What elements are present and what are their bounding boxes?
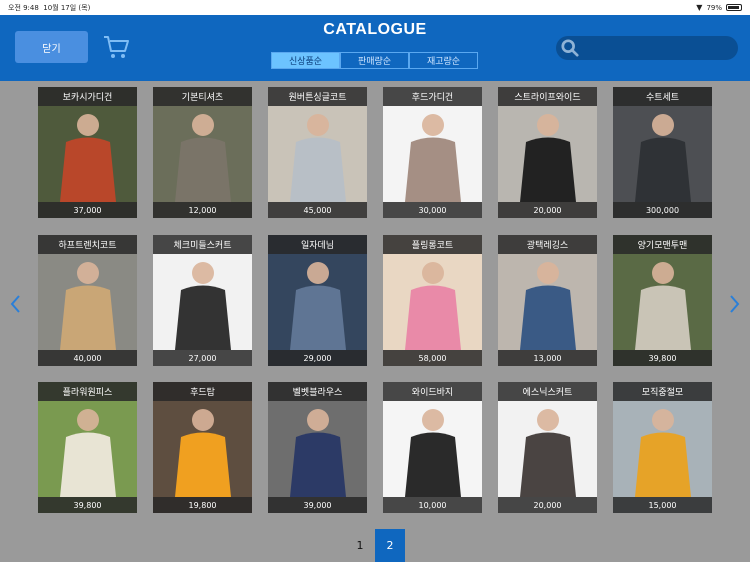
product-name: 원버튼싱글코트 xyxy=(268,87,367,106)
product-name: 하프트렌치코트 xyxy=(38,235,137,254)
product-name: 후드탑 xyxy=(153,382,252,401)
product-name: 모직중절모 xyxy=(613,382,712,401)
product-card[interactable]: 플라워원피스 39,800 xyxy=(38,382,137,513)
page-1[interactable]: 1 xyxy=(345,529,375,562)
product-image xyxy=(498,87,597,218)
product-card[interactable]: 후드탑 19,800 xyxy=(153,382,252,513)
header-bar: CATALOGUE 닫기 신상품순 판매량순 재고량순 xyxy=(0,15,750,81)
product-card[interactable]: 양기모맨투맨 39,800 xyxy=(613,235,712,366)
product-card[interactable]: 수트세트 300,000 xyxy=(613,87,712,218)
product-price: 58,000 xyxy=(383,350,482,366)
status-time: 오전 9:48 xyxy=(8,3,39,12)
product-image xyxy=(38,382,137,513)
search-box[interactable] xyxy=(556,36,738,60)
product-card[interactable]: 후드가디건 30,000 xyxy=(383,87,482,218)
product-price: 39,800 xyxy=(38,497,137,513)
product-price: 40,000 xyxy=(38,350,137,366)
product-name: 스트라이프와이드 xyxy=(498,87,597,106)
search-input[interactable] xyxy=(583,43,733,53)
product-name: 광택레깅스 xyxy=(498,235,597,254)
product-card[interactable]: 스트라이프와이드 20,000 xyxy=(498,87,597,218)
status-bar: 오전 9:48 10월 17일 (목) ▼ 79% xyxy=(0,0,750,15)
product-price: 29,000 xyxy=(268,350,367,366)
product-price: 37,000 xyxy=(38,202,137,218)
close-button[interactable]: 닫기 xyxy=(15,31,88,63)
product-name: 와이드바지 xyxy=(383,382,482,401)
prev-arrow-icon[interactable] xyxy=(8,292,22,316)
product-image xyxy=(613,382,712,513)
product-card[interactable]: 원버튼싱글코트 45,000 xyxy=(268,87,367,218)
product-price: 15,000 xyxy=(613,497,712,513)
product-price: 39,800 xyxy=(613,350,712,366)
product-price: 19,800 xyxy=(153,497,252,513)
tab-newest[interactable]: 신상품순 xyxy=(271,52,340,69)
product-card[interactable]: 기본티셔츠 12,000 xyxy=(153,87,252,218)
product-image xyxy=(38,87,137,218)
battery-icon xyxy=(726,4,742,11)
product-price: 39,000 xyxy=(268,497,367,513)
product-name: 수트세트 xyxy=(613,87,712,106)
product-card[interactable]: 광택레깅스 13,000 xyxy=(498,235,597,366)
product-card[interactable]: 일자데님 29,000 xyxy=(268,235,367,366)
product-name: 후드가디건 xyxy=(383,87,482,106)
product-name: 벨벳블라우스 xyxy=(268,382,367,401)
product-image xyxy=(153,382,252,513)
status-right: ▼ 79% xyxy=(696,3,742,12)
product-image xyxy=(38,235,137,366)
status-date: 10월 17일 (목) xyxy=(43,3,91,12)
search-icon xyxy=(561,39,579,57)
product-name: 플링롱코트 xyxy=(383,235,482,254)
product-price: 300,000 xyxy=(613,202,712,218)
page-2[interactable]: 2 xyxy=(375,529,405,562)
product-card[interactable]: 체크미들스커트 27,000 xyxy=(153,235,252,366)
product-image xyxy=(268,87,367,218)
product-price: 27,000 xyxy=(153,350,252,366)
product-card[interactable]: 벨벳블라우스 39,000 xyxy=(268,382,367,513)
status-left: 오전 9:48 10월 17일 (목) xyxy=(8,3,90,13)
product-image xyxy=(153,87,252,218)
product-image xyxy=(383,235,482,366)
next-arrow-icon[interactable] xyxy=(728,292,742,316)
product-card[interactable]: 하프트렌치코트 40,000 xyxy=(38,235,137,366)
wifi-icon: ▼ xyxy=(696,3,703,12)
product-card[interactable]: 플링롱코트 58,000 xyxy=(383,235,482,366)
product-image xyxy=(613,235,712,366)
sort-tabs: 신상품순 판매량순 재고량순 xyxy=(271,52,478,69)
product-name: 플라워원피스 xyxy=(38,382,137,401)
battery-percent: 79% xyxy=(706,3,722,12)
product-image xyxy=(498,235,597,366)
product-card[interactable]: 모직중절모 15,000 xyxy=(613,382,712,513)
product-name: 보카시가디건 xyxy=(38,87,137,106)
product-name: 에스닉스커트 xyxy=(498,382,597,401)
product-name: 기본티셔츠 xyxy=(153,87,252,106)
product-card[interactable]: 보카시가디건 37,000 xyxy=(38,87,137,218)
product-image xyxy=(383,87,482,218)
product-price: 45,000 xyxy=(268,202,367,218)
product-price: 20,000 xyxy=(498,202,597,218)
product-card[interactable]: 와이드바지 10,000 xyxy=(383,382,482,513)
cart-icon[interactable] xyxy=(102,33,130,61)
product-name: 일자데님 xyxy=(268,235,367,254)
product-image xyxy=(613,87,712,218)
product-price: 12,000 xyxy=(153,202,252,218)
product-card[interactable]: 에스닉스커트 20,000 xyxy=(498,382,597,513)
product-price: 13,000 xyxy=(498,350,597,366)
pagination: 1 2 xyxy=(345,529,405,562)
product-price: 10,000 xyxy=(383,497,482,513)
product-image xyxy=(268,382,367,513)
product-image xyxy=(383,382,482,513)
tab-sales[interactable]: 판매량순 xyxy=(340,52,409,69)
product-price: 20,000 xyxy=(498,497,597,513)
product-name: 양기모맨투맨 xyxy=(613,235,712,254)
product-image xyxy=(498,382,597,513)
tab-stock[interactable]: 재고량순 xyxy=(409,52,478,69)
product-name: 체크미들스커트 xyxy=(153,235,252,254)
product-image xyxy=(153,235,252,366)
product-price: 30,000 xyxy=(383,202,482,218)
product-image xyxy=(268,235,367,366)
